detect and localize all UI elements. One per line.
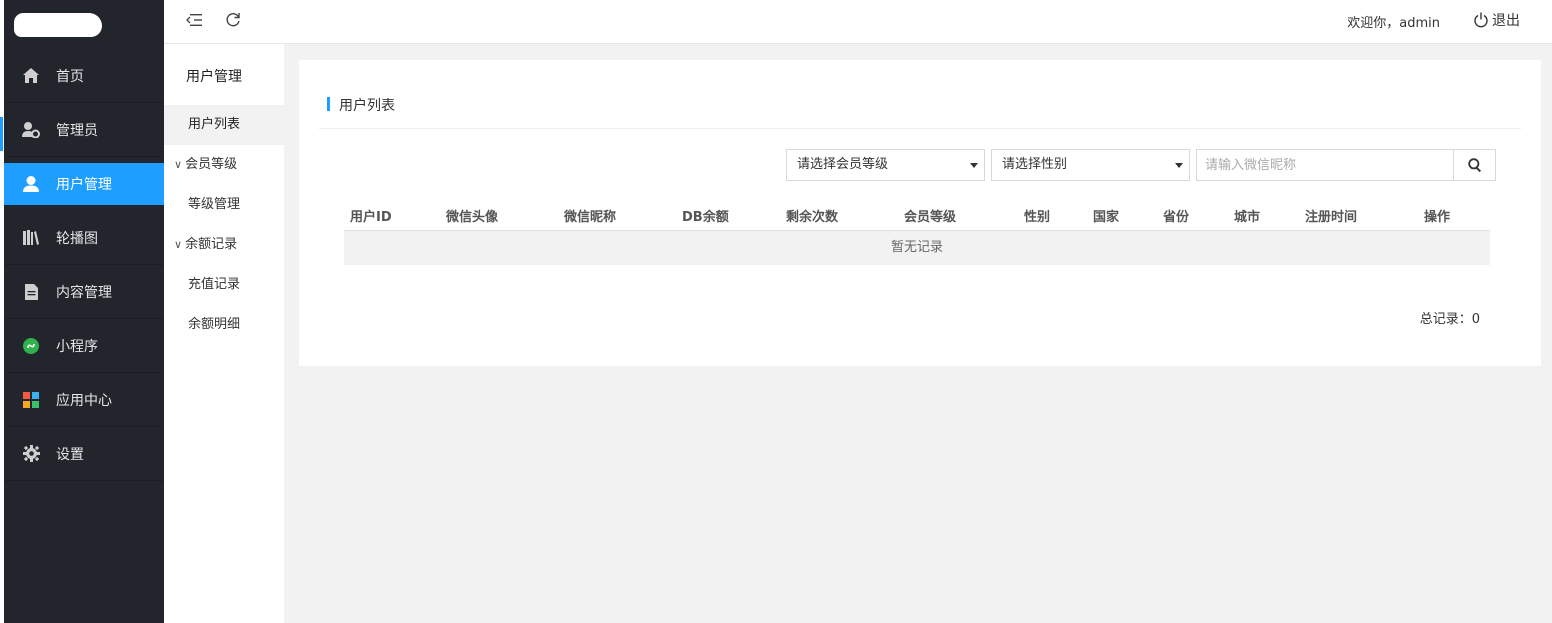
dropdown-arrow-icon (970, 163, 978, 168)
column-header: 城市 (1234, 210, 1261, 225)
gear-icon (22, 445, 40, 463)
user-icon (22, 175, 40, 193)
sidebar-item-content[interactable]: 内容管理 (4, 265, 164, 319)
column-header: DB余额 (682, 210, 729, 225)
title-accent-bar (327, 97, 330, 111)
sidebar-item-label: 内容管理 (56, 284, 112, 301)
sidebar-item-label: 应用中心 (56, 392, 112, 409)
sidebar-item-label: 用户管理 (56, 177, 112, 193)
column-header: 用户ID (350, 210, 392, 225)
search-icon (1467, 158, 1481, 172)
subnav-item-balance-details[interactable]: 余额明细 (164, 305, 284, 345)
user-table: 用户ID 微信头像 微信昵称 DB余额 剩余次数 会员等级 性别 国家 省份 城… (344, 200, 1490, 265)
gender-select-value: 请选择性别 (1002, 157, 1068, 172)
column-header: 微信昵称 (564, 210, 617, 225)
sidebar-item-label: 管理员 (56, 122, 98, 139)
subnav-item-recharge-records[interactable]: 充值记录 (164, 265, 284, 305)
column-header: 注册时间 (1305, 210, 1358, 225)
empty-table-row: 暂无记录 (344, 231, 1490, 265)
miniprogram-icon (22, 337, 40, 355)
column-header: 会员等级 (904, 210, 957, 225)
collapse-menu-icon[interactable] (186, 10, 206, 30)
logout-label: 退出 (1492, 13, 1520, 29)
gender-select[interactable]: 请选择性别 (991, 149, 1190, 181)
sidebar-item-app-center[interactable]: 应用中心 (4, 373, 164, 427)
top-bar: 欢迎你，admin 退出 (164, 0, 1552, 44)
logo (14, 13, 102, 37)
books-icon (22, 229, 40, 247)
sidebar-item-label: 首页 (56, 68, 84, 85)
column-header: 微信头像 (446, 210, 499, 225)
sidebar-item-label: 设置 (56, 446, 84, 463)
sidebar-item-carousel[interactable]: 轮播图 (4, 211, 164, 265)
sidebar-item-settings[interactable]: 设置 (4, 427, 164, 481)
search-button[interactable] (1453, 149, 1496, 181)
subnav-item-user-list[interactable]: 用户列表 (164, 105, 284, 145)
card-title: 用户列表 (339, 98, 395, 114)
column-header: 性别 (1024, 210, 1051, 225)
apps-icon (22, 391, 40, 409)
subnav-item-level-management[interactable]: 等级管理 (164, 185, 284, 225)
subnav-title: 用户管理 (186, 69, 242, 85)
total-records: 总记录：0 (1419, 312, 1480, 327)
sidebar-item-users[interactable]: 用户管理 (4, 163, 164, 205)
logout-button[interactable]: 退出 (1473, 10, 1520, 30)
refresh-icon[interactable] (225, 10, 245, 30)
welcome-text: 欢迎你，admin (1347, 16, 1440, 31)
document-icon (22, 283, 40, 301)
sidebar-item-home[interactable]: 首页 (4, 49, 164, 103)
chevron-down-icon: ∨ (174, 238, 183, 251)
card-header: 用户列表 (319, 96, 1521, 129)
power-icon (1474, 12, 1488, 28)
chevron-down-icon: ∨ (174, 158, 183, 171)
dropdown-arrow-icon (1175, 163, 1183, 168)
sub-sidebar: 用户管理 用户列表 ∨ 会员等级 等级管理 ∨ 余额记录 充值记录 余额明细 (164, 0, 284, 623)
sidebar-item-label: 小程序 (56, 338, 98, 355)
subnav-group-label: 余额记录 (185, 237, 238, 252)
admin-user-icon (22, 121, 40, 139)
column-header: 操作 (1424, 210, 1451, 225)
column-header: 国家 (1093, 210, 1120, 225)
sidebar-item-admin[interactable]: 管理员 (0, 103, 164, 157)
column-header: 省份 (1163, 210, 1190, 225)
member-level-select-value: 请选择会员等级 (797, 157, 889, 172)
content-card: 用户列表 请选择会员等级 请选择性别 用户ID 微信头像 微信昵称 DB余额 剩… (299, 60, 1541, 366)
sidebar-item-miniprogram[interactable]: 小程序 (4, 319, 164, 373)
subnav-group-label: 会员等级 (185, 157, 238, 172)
member-level-select[interactable]: 请选择会员等级 (786, 149, 985, 181)
subnav-group-balance-records[interactable]: ∨ 余额记录 (164, 225, 284, 265)
home-icon (22, 67, 40, 85)
column-header: 剩余次数 (786, 210, 839, 225)
main-sidebar: 首页 管理员 用户管理 轮播图 内容管理 小程序 应用中心 设置 (0, 0, 164, 623)
table-header: 用户ID 微信头像 微信昵称 DB余额 剩余次数 会员等级 性别 国家 省份 城… (344, 200, 1490, 231)
subnav-group-member-level[interactable]: ∨ 会员等级 (164, 145, 284, 185)
sidebar-item-label: 轮播图 (56, 230, 98, 247)
main-nav: 首页 管理员 用户管理 轮播图 内容管理 小程序 应用中心 设置 (0, 49, 164, 481)
nickname-search-input[interactable] (1196, 149, 1454, 181)
